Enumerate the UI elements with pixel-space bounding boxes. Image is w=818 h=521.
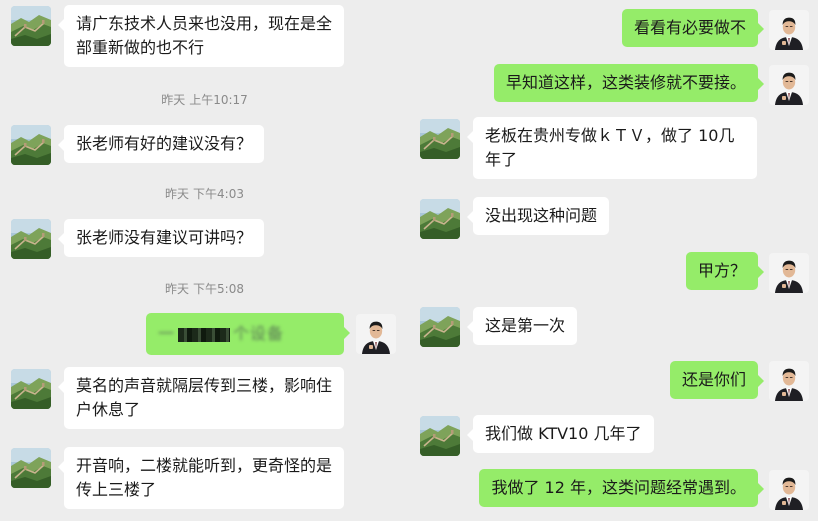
message-bubble-outgoing[interactable]: 我做了 12 年，这类问题经常遇到。 [479, 469, 764, 507]
message-bubble-outgoing[interactable]: 早知道这样，这类装修就不要接。 [493, 64, 765, 102]
left-chat-panel: 请广东技术人员来也没用，现在是全部重新做的也不行 昨天 上午10:17 张老师有好… [0, 0, 409, 521]
message-bubble-outgoing-redacted[interactable]: 一 个设备 [146, 313, 350, 355]
redacted-text: 个 [233, 324, 251, 343]
message-bubble-incoming[interactable]: 张老师有好的建议没有？ [57, 125, 265, 163]
timestamp-clock: 上午10:17 [189, 93, 248, 107]
contact-avatar-landscape-icon[interactable] [11, 219, 51, 259]
timestamp-clock: 下午5:08 [193, 282, 244, 296]
my-avatar-man-icon[interactable] [769, 470, 809, 510]
message-bubble-incoming[interactable]: 这是第一次 [466, 307, 578, 345]
timestamp: 昨天 上午10:17 [0, 92, 409, 108]
message-bubble-incoming[interactable]: 没出现这种问题 [466, 197, 610, 235]
message-bubble-outgoing[interactable]: 甲方？ [685, 252, 765, 290]
timestamp-day: 昨天 [161, 93, 186, 107]
contact-avatar-landscape-icon[interactable] [11, 6, 51, 46]
message-bubble-outgoing[interactable]: 看看有必要做不 [621, 9, 765, 47]
timestamp-day: 昨天 [165, 282, 190, 296]
my-avatar-man-icon[interactable] [356, 314, 396, 354]
redaction-mosaic [178, 327, 231, 342]
contact-avatar-landscape-icon[interactable] [11, 125, 51, 165]
message-bubble-incoming[interactable]: 张老师没有建议可讲吗？ [57, 219, 265, 257]
message-bubble-incoming[interactable]: 请广东技术人员来也没用，现在是全部重新做的也不行 [58, 5, 344, 67]
redacted-text: 一 [158, 324, 176, 343]
contact-avatar-landscape-icon[interactable] [11, 448, 51, 488]
my-avatar-man-icon[interactable] [769, 361, 809, 401]
timestamp: 昨天 下午4:03 [0, 186, 409, 202]
my-avatar-man-icon[interactable] [769, 253, 809, 293]
message-bubble-incoming[interactable]: 我们做 KTV10 几年了 [467, 415, 654, 453]
my-avatar-man-icon[interactable] [769, 65, 809, 105]
message-bubble-incoming[interactable]: 开音响，二楼就能听到，更奇怪的是传上三楼了 [58, 447, 344, 509]
contact-avatar-landscape-icon[interactable] [420, 199, 460, 239]
message-bubble-outgoing[interactable]: 还是你们 [669, 361, 765, 399]
contact-avatar-landscape-icon[interactable] [420, 119, 460, 159]
message-bubble-incoming[interactable]: 老板在贵州专做ｋＴＶ，做了 10几年了 [467, 117, 757, 179]
my-avatar-man-icon[interactable] [769, 10, 809, 50]
message-bubble-incoming[interactable]: 莫名的声音就隔层传到三楼，影响住户休息了 [58, 367, 344, 429]
contact-avatar-landscape-icon[interactable] [11, 369, 51, 409]
timestamp-day: 昨天 [165, 187, 190, 201]
contact-avatar-landscape-icon[interactable] [420, 416, 460, 456]
timestamp-clock: 下午4:03 [193, 187, 244, 201]
redacted-text: 设备 [250, 324, 285, 343]
contact-avatar-landscape-icon[interactable] [420, 307, 460, 347]
timestamp: 昨天 下午5:08 [0, 281, 409, 297]
right-chat-panel: 看看有必要做不 早知道这样，这类装修就不要接。 老板在贵州专做ｋＴＶ，做了 10… [409, 0, 818, 521]
